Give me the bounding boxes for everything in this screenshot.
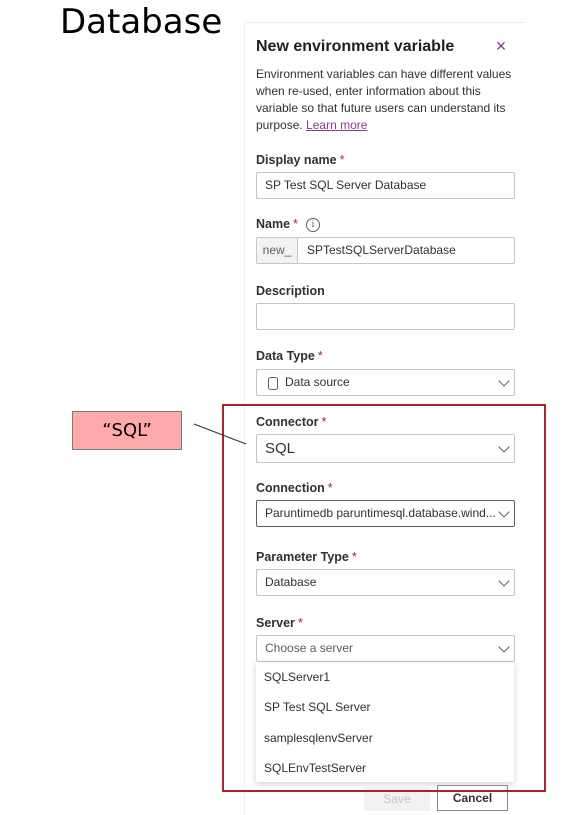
- callout-label: “SQL”: [72, 411, 182, 450]
- display-name-label: Display name *: [256, 153, 345, 167]
- data-type-dropdown[interactable]: Data source: [256, 369, 515, 396]
- name-prefix: new_: [257, 238, 298, 263]
- close-icon[interactable]: ×: [493, 37, 509, 55]
- description-text: Environment variables can have different…: [256, 67, 512, 132]
- name-value: SPTestSQLServerDatabase: [307, 243, 456, 257]
- chevron-down-icon: [498, 375, 510, 387]
- info-icon[interactable]: i: [305, 218, 320, 232]
- panel-description: Environment variables can have different…: [256, 66, 514, 134]
- description-input[interactable]: [256, 303, 515, 330]
- data-type-value: Data source: [285, 375, 350, 389]
- name-label: Name * i: [256, 217, 320, 232]
- description-label: Description: [256, 284, 325, 298]
- display-name-input[interactable]: SP Test SQL Server Database: [256, 172, 515, 199]
- panel-title: New environment variable: [256, 38, 455, 55]
- page-title: Database: [60, 2, 223, 42]
- name-input[interactable]: new_ SPTestSQLServerDatabase: [256, 237, 515, 264]
- database-icon: [268, 377, 278, 390]
- display-name-value: SP Test SQL Server Database: [265, 178, 427, 192]
- data-type-label: Data Type *: [256, 349, 323, 363]
- highlight-box: [222, 404, 546, 792]
- learn-more-link[interactable]: Learn more: [306, 118, 367, 132]
- callout-leader-line: [193, 423, 247, 445]
